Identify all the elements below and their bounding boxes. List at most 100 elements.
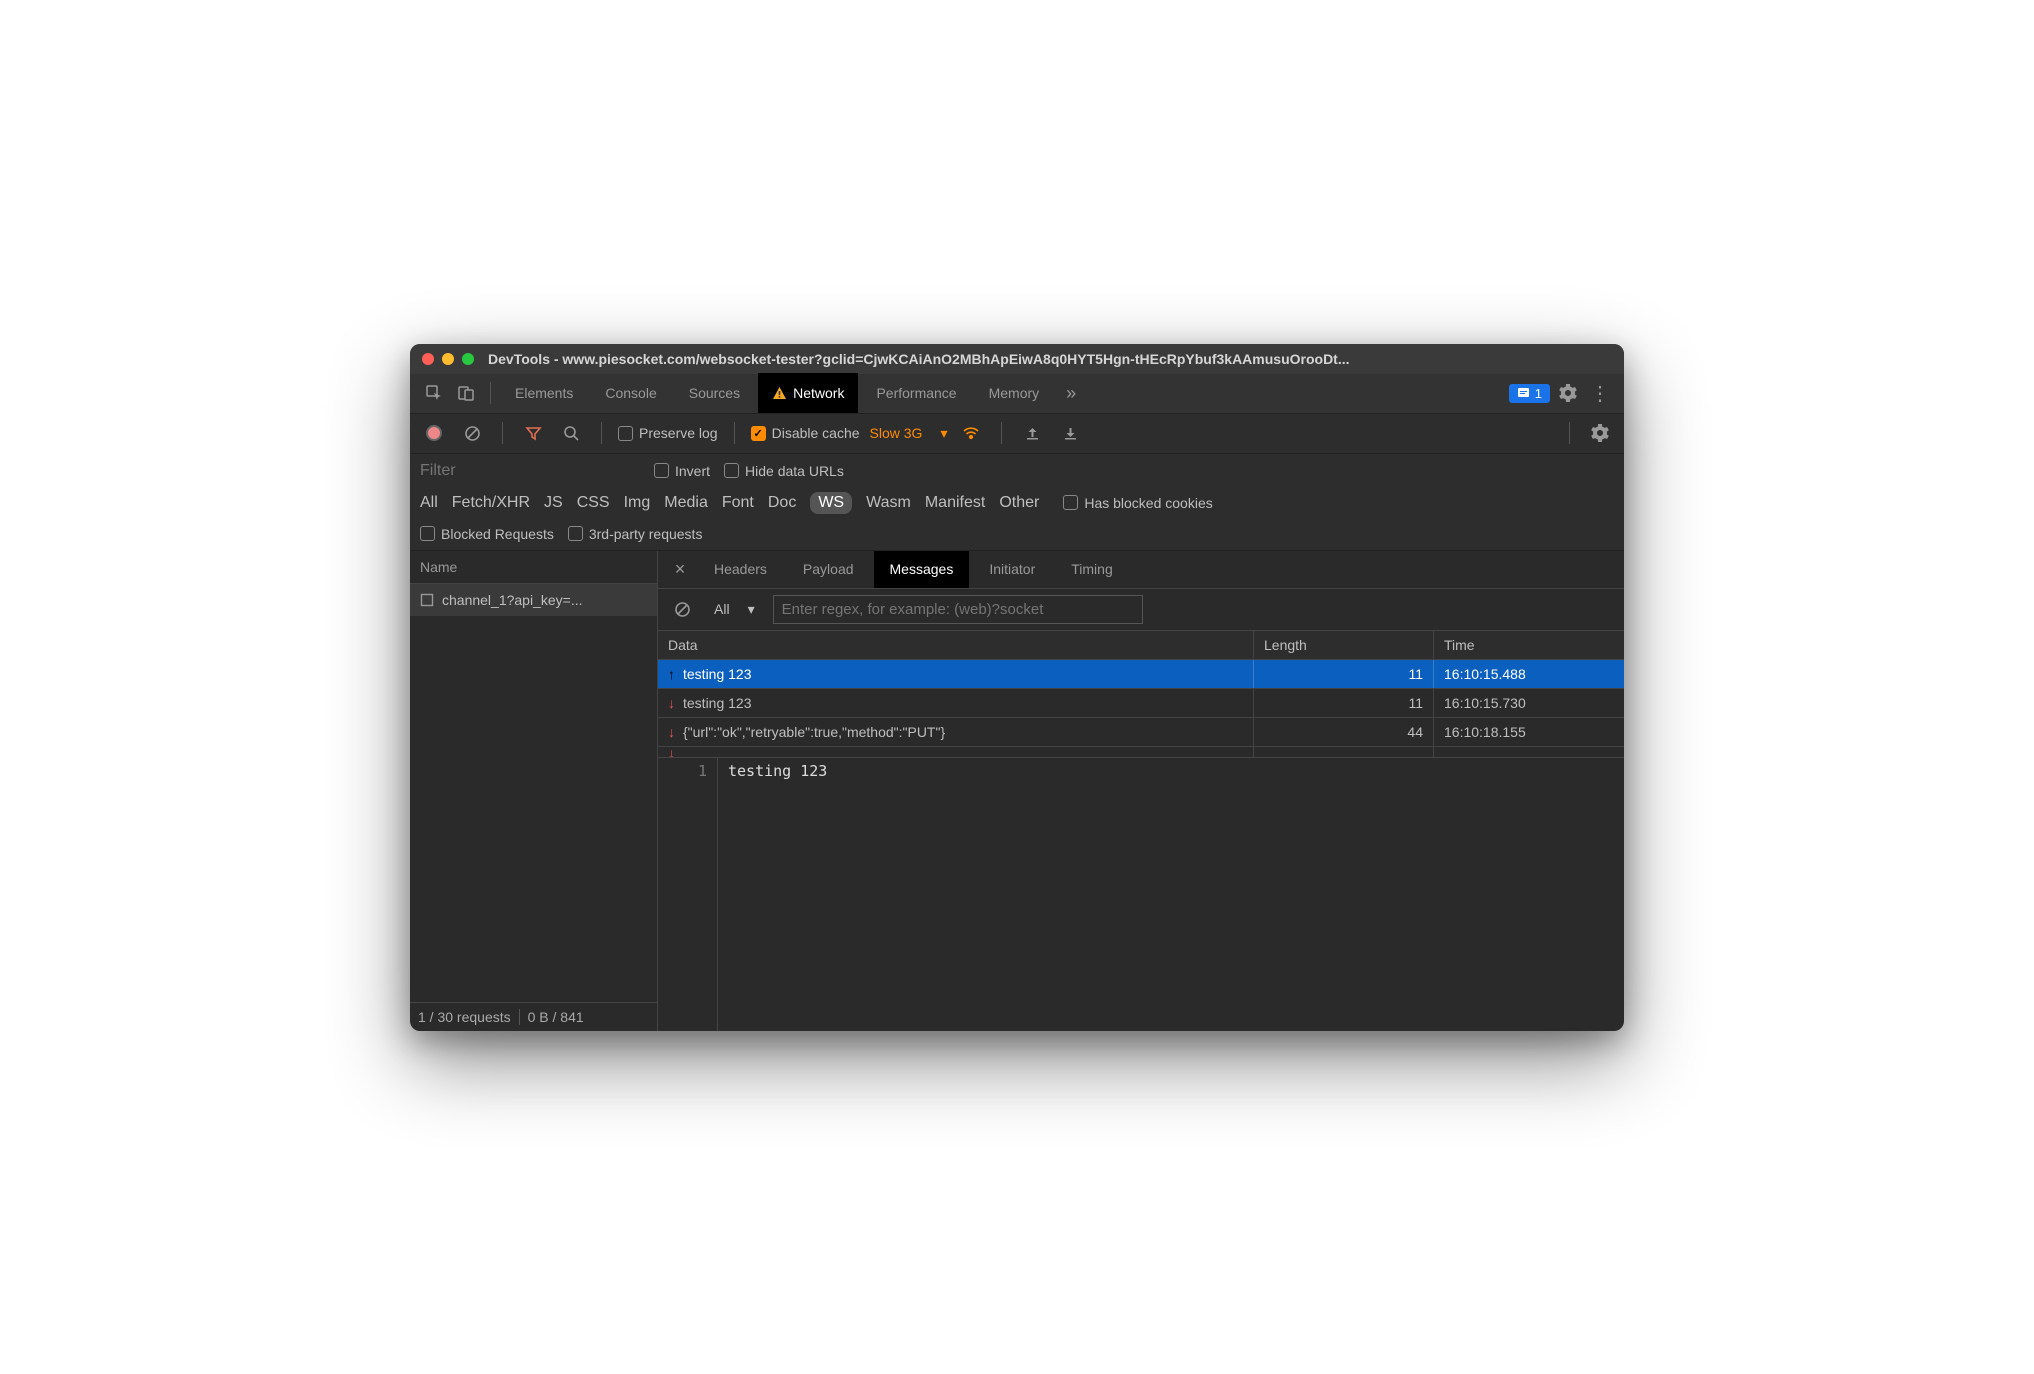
type-wasm[interactable]: Wasm bbox=[866, 494, 911, 512]
main-toolbar: Elements Console Sources Network Perform… bbox=[410, 374, 1624, 414]
message-time: 16:10:15.730 bbox=[1434, 689, 1624, 717]
blocked-requests-checkbox[interactable]: Blocked Requests bbox=[420, 526, 554, 542]
issues-badge[interactable]: 1 bbox=[1509, 384, 1550, 403]
message-row[interactable]: ↓ testing 123 11 16:10:15.730 bbox=[658, 689, 1624, 718]
divider bbox=[1001, 422, 1002, 444]
disable-cache-label: Disable cache bbox=[772, 425, 860, 441]
has-blocked-cookies-checkbox[interactable]: Has blocked cookies bbox=[1063, 495, 1212, 511]
invert-checkbox[interactable]: Invert bbox=[654, 463, 710, 479]
message-filter-dropdown[interactable]: All ▾ bbox=[706, 599, 763, 620]
network-conditions-icon[interactable] bbox=[957, 419, 985, 447]
type-all[interactable]: All bbox=[420, 494, 438, 512]
has-blocked-label: Has blocked cookies bbox=[1084, 495, 1212, 511]
device-toggle-icon[interactable] bbox=[452, 379, 480, 407]
message-filter-value: All bbox=[714, 601, 730, 617]
tab-sources[interactable]: Sources bbox=[675, 373, 754, 413]
dtab-messages[interactable]: Messages bbox=[874, 551, 970, 589]
message-row[interactable]: ↑ testing 123 11 16:10:15.488 bbox=[658, 660, 1624, 689]
kebab-menu-icon[interactable]: ⋮ bbox=[1586, 379, 1614, 407]
minimize-window-button[interactable] bbox=[442, 353, 454, 365]
clear-icon[interactable] bbox=[458, 419, 486, 447]
dtab-payload[interactable]: Payload bbox=[787, 551, 870, 589]
type-manifest[interactable]: Manifest bbox=[925, 494, 985, 512]
message-length: 11 bbox=[1254, 660, 1434, 688]
divider bbox=[490, 382, 491, 404]
clear-messages-icon[interactable] bbox=[668, 595, 696, 623]
tab-memory[interactable]: Memory bbox=[975, 373, 1054, 413]
dtab-initiator[interactable]: Initiator bbox=[973, 551, 1051, 589]
invert-label: Invert bbox=[675, 463, 710, 479]
divider bbox=[601, 422, 602, 444]
more-tabs-icon[interactable]: » bbox=[1057, 379, 1085, 407]
blocked-requests-label: Blocked Requests bbox=[441, 526, 554, 542]
download-har-icon[interactable] bbox=[1056, 419, 1084, 447]
detail-tabs: × Headers Payload Messages Initiator Tim… bbox=[658, 551, 1624, 589]
type-media[interactable]: Media bbox=[664, 494, 708, 512]
throttling-dropdown[interactable]: Slow 3G ▾ bbox=[870, 425, 948, 442]
chevron-down-icon: ▾ bbox=[940, 425, 947, 442]
preserve-log-checkbox[interactable]: Preserve log bbox=[618, 425, 718, 441]
divider bbox=[1569, 422, 1570, 444]
requests-header: Name bbox=[410, 551, 657, 584]
type-font[interactable]: Font bbox=[722, 494, 754, 512]
issues-count: 1 bbox=[1535, 386, 1542, 401]
settings-icon[interactable] bbox=[1554, 379, 1582, 407]
request-row[interactable]: channel_1?api_key=... bbox=[410, 584, 657, 616]
message-row[interactable]: ↓{"url":"ok","retryable":true,"method":"… bbox=[658, 718, 1624, 747]
search-icon[interactable] bbox=[557, 419, 585, 447]
col-time-header[interactable]: Time bbox=[1434, 631, 1624, 659]
type-js[interactable]: JS bbox=[544, 494, 563, 512]
tab-network[interactable]: Network bbox=[758, 373, 858, 413]
tab-performance[interactable]: Performance bbox=[862, 373, 970, 413]
arrow-up-icon: ↑ bbox=[668, 666, 675, 682]
panel-settings-icon[interactable] bbox=[1586, 419, 1614, 447]
type-css[interactable]: CSS bbox=[577, 494, 610, 512]
request-count: 1 / 30 requests bbox=[418, 1009, 511, 1025]
type-doc[interactable]: Doc bbox=[768, 494, 796, 512]
third-party-checkbox[interactable]: 3rd-party requests bbox=[568, 526, 703, 542]
issue-icon bbox=[1517, 387, 1530, 400]
col-length-header[interactable]: Length bbox=[1254, 631, 1434, 659]
message-preview: 1 testing 123 bbox=[658, 757, 1624, 1031]
message-time: 16:10:18.155 bbox=[1434, 718, 1624, 746]
record-button[interactable] bbox=[420, 419, 448, 447]
message-data: testing 123 bbox=[683, 666, 752, 682]
titlebar: DevTools - www.piesocket.com/websocket-t… bbox=[410, 344, 1624, 374]
arrow-down-icon: ↓ bbox=[668, 695, 675, 711]
upload-har-icon[interactable] bbox=[1018, 419, 1046, 447]
preview-content[interactable]: testing 123 bbox=[718, 758, 837, 1031]
hide-data-urls-checkbox[interactable]: Hide data URLs bbox=[724, 463, 844, 479]
message-time: 16:10:15.488 bbox=[1434, 660, 1624, 688]
col-data-header[interactable]: Data bbox=[658, 631, 1254, 659]
third-party-label: 3rd-party requests bbox=[589, 526, 703, 542]
message-data: testing 123 bbox=[683, 695, 752, 711]
messages-header-row: Data Length Time bbox=[658, 631, 1624, 660]
divider bbox=[502, 422, 503, 444]
type-img[interactable]: Img bbox=[624, 494, 651, 512]
dtab-headers[interactable]: Headers bbox=[698, 551, 783, 589]
message-row-partial[interactable]: ↓ bbox=[658, 747, 1624, 757]
dtab-timing[interactable]: Timing bbox=[1055, 551, 1129, 589]
disable-cache-checkbox[interactable]: ✓ Disable cache bbox=[751, 425, 860, 441]
regex-input[interactable] bbox=[773, 595, 1143, 624]
preserve-log-label: Preserve log bbox=[639, 425, 718, 441]
close-detail-button[interactable]: × bbox=[666, 559, 694, 580]
message-length: 11 bbox=[1254, 689, 1434, 717]
filter-icon[interactable] bbox=[519, 419, 547, 447]
type-fetch[interactable]: Fetch/XHR bbox=[452, 494, 530, 512]
filter-input[interactable] bbox=[420, 462, 640, 480]
divider bbox=[734, 422, 735, 444]
tab-console[interactable]: Console bbox=[591, 373, 670, 413]
maximize-window-button[interactable] bbox=[462, 353, 474, 365]
type-ws[interactable]: WS bbox=[810, 492, 852, 514]
network-toolbar: Preserve log ✓ Disable cache Slow 3G ▾ bbox=[410, 414, 1624, 454]
message-length: 44 bbox=[1254, 718, 1434, 746]
tab-elements[interactable]: Elements bbox=[501, 373, 587, 413]
close-window-button[interactable] bbox=[422, 353, 434, 365]
detail-panel: × Headers Payload Messages Initiator Tim… bbox=[658, 551, 1624, 1031]
inspect-element-icon[interactable] bbox=[420, 379, 448, 407]
requests-sidebar: Name channel_1?api_key=... 1 / 30 reques… bbox=[410, 551, 658, 1031]
type-other[interactable]: Other bbox=[999, 494, 1039, 512]
window-title: DevTools - www.piesocket.com/websocket-t… bbox=[488, 351, 1350, 367]
request-name: channel_1?api_key=... bbox=[442, 592, 583, 608]
